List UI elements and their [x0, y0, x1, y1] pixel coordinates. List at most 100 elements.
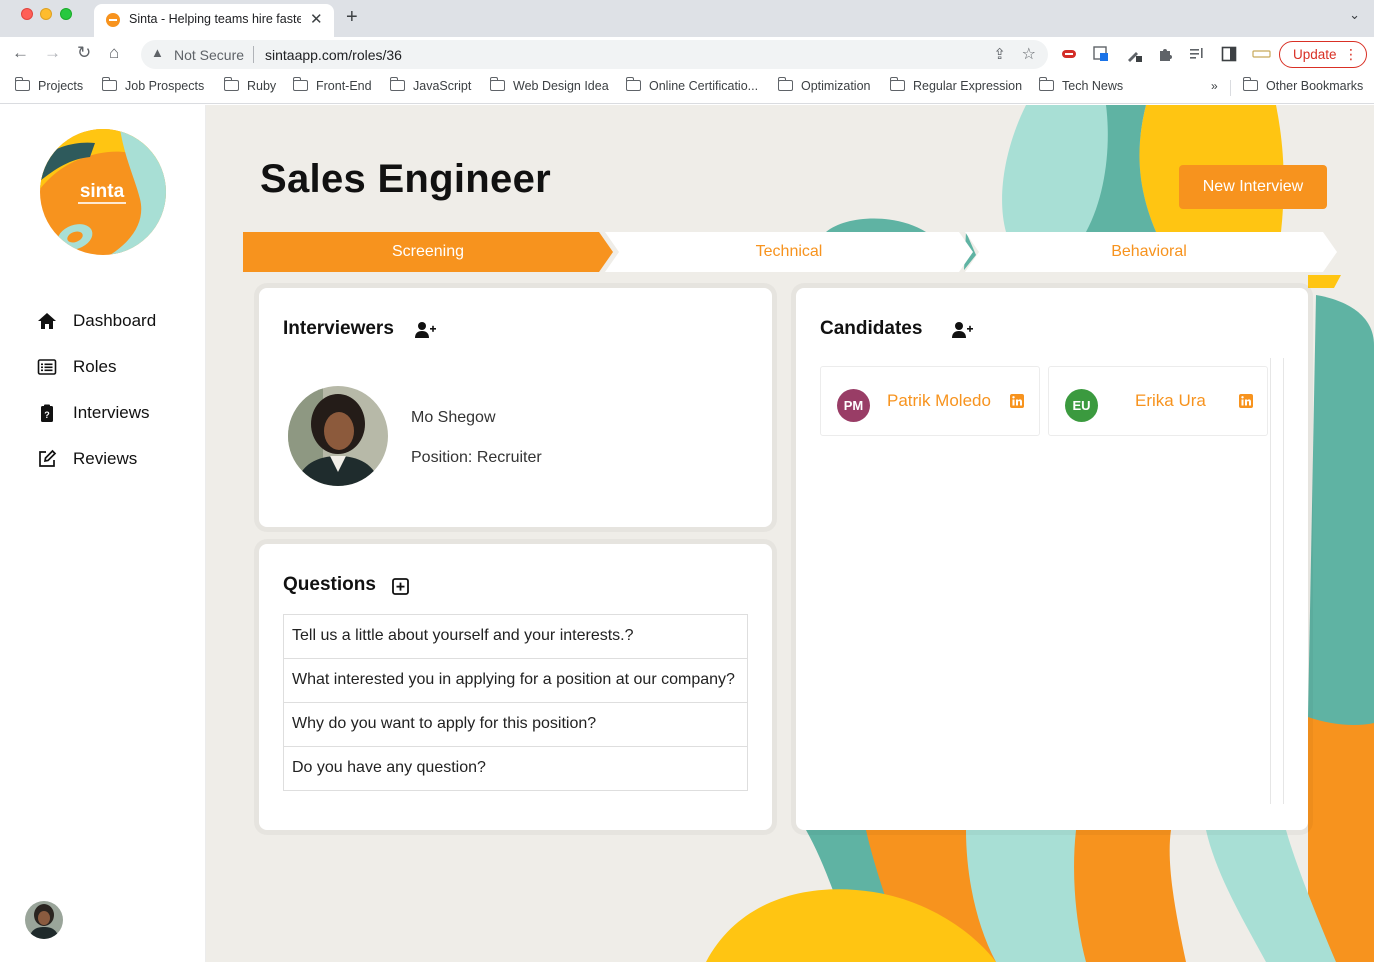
candidates-card: Candidates PM Patrik Moledo EU Erika Ura	[796, 288, 1308, 830]
add-interviewer-icon[interactable]	[414, 320, 436, 340]
interviewer-position: Position: Recruiter	[411, 449, 542, 466]
page-title: Sales Engineer	[260, 157, 551, 201]
browser-toolbar: ← → ↻ ⌂ ▲ Not Secure sintaapp.com/roles/…	[0, 37, 1374, 72]
browser-tab-active[interactable]: Sinta - Helping teams hire faster ✕	[94, 4, 334, 37]
stage-behavioral[interactable]: Behavioral	[999, 243, 1299, 261]
other-bookmarks-folder[interactable]: Other Bookmarks	[1242, 77, 1363, 93]
sinta-logo[interactable]: sinta	[40, 129, 166, 255]
candidate-name[interactable]: Patrik Moledo	[887, 391, 991, 411]
interviewers-card: Interviewers Mo Shegow Position: Recruit…	[259, 288, 772, 527]
candidate-card[interactable]: PM Patrik Moledo	[820, 366, 1040, 436]
extension-lastpass-icon[interactable]	[1061, 46, 1077, 62]
bookmark-star-icon[interactable]: ☆	[1022, 44, 1036, 64]
nav-dashboard[interactable]: Dashboard	[37, 308, 197, 334]
new-interview-button[interactable]: New Interview	[1179, 165, 1327, 209]
question-item[interactable]: Do you have any question?	[284, 747, 747, 790]
candidates-title: Candidates	[820, 318, 923, 339]
question-item[interactable]: Tell us a little about yourself and your…	[284, 615, 747, 659]
update-label: Update	[1293, 47, 1337, 62]
questions-title: Questions	[283, 574, 376, 595]
tab-search-chevron-icon[interactable]: ⌄	[1349, 7, 1360, 23]
folder-icon	[1242, 77, 1258, 91]
candidate-card[interactable]: EU Erika Ura	[1048, 366, 1268, 436]
stage-screening[interactable]: Screening	[278, 243, 578, 261]
bookmark-folder[interactable]: JavaScript	[389, 77, 471, 93]
stage-technical[interactable]: Technical	[639, 243, 939, 261]
extensions-puzzle-icon[interactable]	[1157, 46, 1173, 62]
nav-label: Reviews	[73, 449, 138, 468]
sinta-favicon-icon	[106, 13, 120, 27]
more-menu-icon[interactable]: ⋮	[1344, 46, 1358, 63]
back-arrow-icon[interactable]: ←	[12, 43, 29, 63]
bookmark-folder[interactable]: Front-End	[292, 77, 372, 93]
extension-screenshot-icon[interactable]	[1093, 46, 1109, 62]
svg-text:?: ?	[44, 410, 50, 420]
tab-title: Sinta - Helping teams hire faster	[129, 12, 301, 26]
extension-battery-icon[interactable]	[1252, 46, 1272, 62]
nav-label: Interviews	[73, 403, 150, 422]
nav-roles[interactable]: Roles	[37, 354, 197, 380]
tab-close-icon[interactable]: ✕	[310, 10, 323, 28]
new-tab-plus-icon[interactable]: +	[346, 6, 358, 29]
reload-icon[interactable]: ↻	[77, 43, 91, 63]
folder-icon	[223, 77, 239, 91]
share-icon[interactable]: ⇪	[993, 45, 1006, 63]
folder-icon	[101, 77, 117, 91]
bookmarks-overflow-icon[interactable]: »	[1211, 79, 1218, 93]
edit-icon	[39, 449, 57, 467]
bookmark-folder[interactable]: Online Certificatio...	[625, 77, 758, 93]
folder-icon	[625, 77, 641, 91]
bookmark-folder[interactable]: Regular Expression	[889, 77, 1022, 93]
folder-icon	[1038, 77, 1054, 91]
bookmark-folder[interactable]: Projects	[14, 77, 83, 93]
extension-eyedropper-icon[interactable]	[1126, 46, 1142, 62]
candidate-name[interactable]: Erika Ura	[1135, 391, 1206, 411]
address-bar[interactable]: ▲ Not Secure sintaapp.com/roles/36 ⇪ ☆	[141, 40, 1048, 69]
window-close-button[interactable]	[21, 8, 33, 20]
main-content: Sales Engineer New Interview Screening T…	[206, 105, 1374, 962]
nav-label: Roles	[73, 357, 117, 376]
folder-icon	[14, 77, 30, 91]
forward-arrow-icon[interactable]: →	[44, 43, 61, 63]
linkedin-icon[interactable]	[1239, 394, 1253, 408]
update-button[interactable]: Update ⋮	[1279, 41, 1367, 68]
questions-list: Tell us a little about yourself and your…	[283, 614, 748, 791]
clipboard-icon: ?	[41, 404, 53, 422]
question-item[interactable]: What interested you in applying for a po…	[284, 659, 747, 703]
browser-tab-strip: Sinta - Helping teams hire faster ✕ + ⌄	[0, 0, 1374, 37]
folder-icon	[777, 77, 793, 91]
home-icon	[38, 313, 56, 329]
home-browser-icon[interactable]: ⌂	[109, 43, 119, 63]
candidates-scrollbar[interactable]	[1270, 358, 1284, 804]
add-question-icon[interactable]	[391, 577, 411, 597]
bookmark-folder[interactable]: Ruby	[223, 77, 276, 93]
logo-text: sinta	[80, 181, 125, 202]
nav-label: Dashboard	[73, 311, 157, 330]
list-icon	[37, 359, 57, 375]
candidate-avatar: EU	[1065, 389, 1098, 422]
folder-icon	[389, 77, 405, 91]
folder-icon	[292, 77, 308, 91]
question-item[interactable]: Why do you want to apply for this positi…	[284, 703, 747, 747]
url-text[interactable]: sintaapp.com/roles/36	[265, 47, 402, 63]
bookmark-folder[interactable]: Job Prospects	[101, 77, 204, 93]
reading-list-icon[interactable]	[1189, 46, 1205, 62]
candidate-avatar: PM	[837, 389, 870, 422]
user-avatar[interactable]	[25, 901, 63, 939]
nav-reviews[interactable]: Reviews	[37, 446, 197, 472]
window-minimize-button[interactable]	[40, 8, 52, 20]
bookmark-folder[interactable]: Optimization	[777, 77, 870, 93]
side-panel-icon[interactable]	[1221, 46, 1237, 62]
warning-triangle-icon[interactable]: ▲	[151, 45, 164, 60]
bookmark-folder[interactable]: Tech News	[1038, 77, 1123, 93]
window-zoom-button[interactable]	[60, 8, 72, 20]
linkedin-icon[interactable]	[1010, 394, 1024, 408]
stage-progress: Screening Technical Behavioral	[243, 232, 1338, 272]
nav-interviews[interactable]: ? Interviews	[37, 400, 197, 426]
bookmarks-divider	[1230, 80, 1231, 96]
security-status[interactable]: Not Secure	[174, 47, 244, 63]
bookmark-folder[interactable]: Web Design Idea	[489, 77, 609, 93]
sidebar: sinta Dashboard Roles ? Interviews Revie…	[0, 105, 206, 962]
folder-icon	[889, 77, 905, 91]
add-candidate-icon[interactable]	[951, 320, 973, 340]
